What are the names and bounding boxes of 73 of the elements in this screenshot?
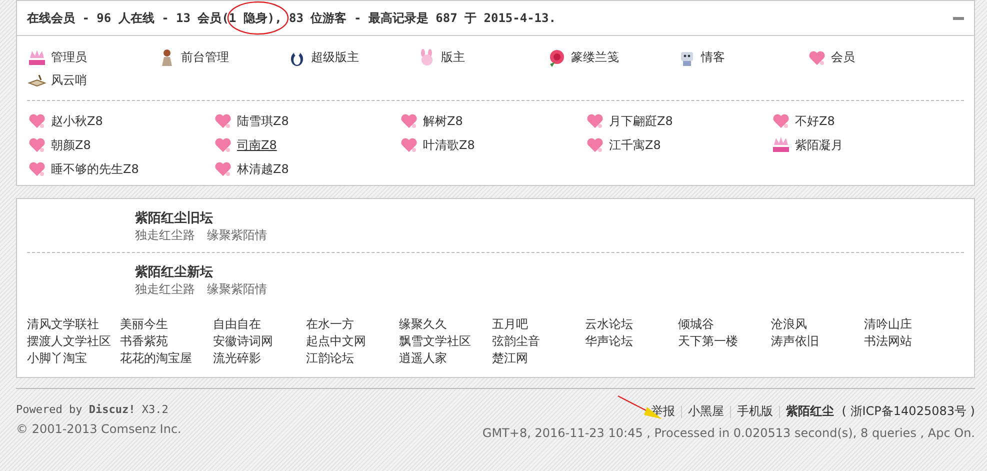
user-link[interactable]: 朝颜Z8 xyxy=(51,136,91,154)
crown-icon xyxy=(27,48,47,68)
friend-link[interactable]: 江韵论坛 xyxy=(306,350,399,367)
friend-link[interactable]: 流光碎影 xyxy=(213,350,306,367)
processing-stats: GMT+8, 2016-11-23 10:45 , Processed in 0.020513 second(s), 8 queries , Apc On. xyxy=(482,426,975,440)
group-label: 超级版主 xyxy=(311,50,359,64)
friend-link[interactable]: 弦韵尘音 xyxy=(492,333,585,350)
forum-title-link[interactable]: 紫陌红尘新坛 xyxy=(135,263,213,281)
heart-icon xyxy=(213,159,233,179)
user-link[interactable]: 林清越Z8 xyxy=(237,160,289,178)
heart-icon xyxy=(213,135,233,155)
group-label: 版主 xyxy=(441,50,465,64)
user-link[interactable]: 睡不够的先生Z8 xyxy=(51,160,139,178)
user-link[interactable]: 司南Z8 xyxy=(237,136,277,154)
group-label: 前台管理 xyxy=(181,50,229,64)
icp-link[interactable]: ( 浙ICP备14025083号 ) xyxy=(842,403,975,420)
group-label: 篆缕兰笺 xyxy=(571,50,619,64)
user-link[interactable]: 不好Z8 xyxy=(795,112,835,130)
friend-link[interactable]: 安徽诗词网 xyxy=(213,333,306,350)
friend-link[interactable]: 清吟山庄 xyxy=(864,316,957,333)
user-link[interactable]: 紫陌凝月 xyxy=(795,136,843,154)
friend-link[interactable]: 五月吧 xyxy=(492,316,585,333)
friend-link[interactable]: 美丽今生 xyxy=(120,316,213,333)
forum-description: 独走红尘路 缘聚紫陌情 xyxy=(135,281,267,298)
annotation-arrow xyxy=(616,395,663,421)
friend-link[interactable]: 起点中文网 xyxy=(306,333,399,350)
heart-icon xyxy=(27,111,47,131)
friend-link[interactable]: 飘雪文学社区 xyxy=(399,333,492,350)
group-label: 情客 xyxy=(701,50,725,64)
user-link[interactable]: 叶清歌Z8 xyxy=(423,136,475,154)
collapse-icon[interactable] xyxy=(953,16,964,20)
crown-icon xyxy=(771,135,791,155)
friend-link[interactable]: 自由自在 xyxy=(213,316,306,333)
friend-link[interactable]: 在水一方 xyxy=(306,316,399,333)
group-label: 管理员 xyxy=(51,50,87,64)
friend-link[interactable]: 倾城谷 xyxy=(678,316,771,333)
heart-icon xyxy=(399,111,419,131)
friend-link[interactable]: 花花的淘宝屋 xyxy=(120,350,213,367)
forum-title-link[interactable]: 紫陌红尘旧坛 xyxy=(135,209,213,227)
friend-link[interactable]: 逍遥人家 xyxy=(399,350,492,367)
group-label: 风云哨 xyxy=(51,73,87,87)
footer-link[interactable]: 小黑屋 xyxy=(688,403,724,420)
heart-icon xyxy=(585,135,605,155)
heart-icon xyxy=(27,159,47,179)
footer-link[interactable]: 手机版 xyxy=(736,403,773,420)
group-label: 会员 xyxy=(831,50,855,64)
footer-link[interactable]: 紫陌红尘 xyxy=(786,403,834,420)
user-link[interactable]: 月下翩跹Z8 xyxy=(609,112,673,130)
friend-link[interactable]: 沧浪风 xyxy=(771,316,864,333)
friend-link[interactable]: 书香紫苑 xyxy=(120,333,213,350)
user-link[interactable]: 陆雪琪Z8 xyxy=(237,112,289,130)
friend-link[interactable]: 涛声依旧 xyxy=(771,333,864,350)
forum-description: 独走红尘路 缘聚紫陌情 xyxy=(135,227,267,244)
friend-link[interactable]: 华声论坛 xyxy=(585,333,678,350)
copyright-text: © 2001-2013 Comsenz Inc. xyxy=(16,422,182,436)
heart-icon xyxy=(399,135,419,155)
heart-icon xyxy=(585,111,605,131)
user-link[interactable]: 赵小秋Z8 xyxy=(51,112,103,130)
rose-icon xyxy=(547,48,567,68)
heart-icon xyxy=(771,111,791,131)
friend-link[interactable]: 云水论坛 xyxy=(585,316,678,333)
user-link[interactable]: 江千寓Z8 xyxy=(609,136,661,154)
heart-icon xyxy=(213,111,233,131)
friend-link[interactable]: 小脚丫淘宝 xyxy=(27,350,120,367)
heart-icon xyxy=(27,135,47,155)
powered-by-text: Powered by Discuz! X3.2 xyxy=(16,403,170,416)
user-link[interactable]: 解树Z8 xyxy=(423,112,463,130)
friend-link[interactable]: 缘聚久久 xyxy=(399,316,492,333)
friend-link[interactable]: 书法网站 xyxy=(864,333,957,350)
friend-link[interactable]: 摆渡人文学社区 xyxy=(27,333,120,350)
friend-link[interactable]: 天下第一楼 xyxy=(678,333,771,350)
friend-link[interactable]: 楚江网 xyxy=(492,350,585,367)
friend-link[interactable]: 清风文学联社 xyxy=(27,316,120,333)
